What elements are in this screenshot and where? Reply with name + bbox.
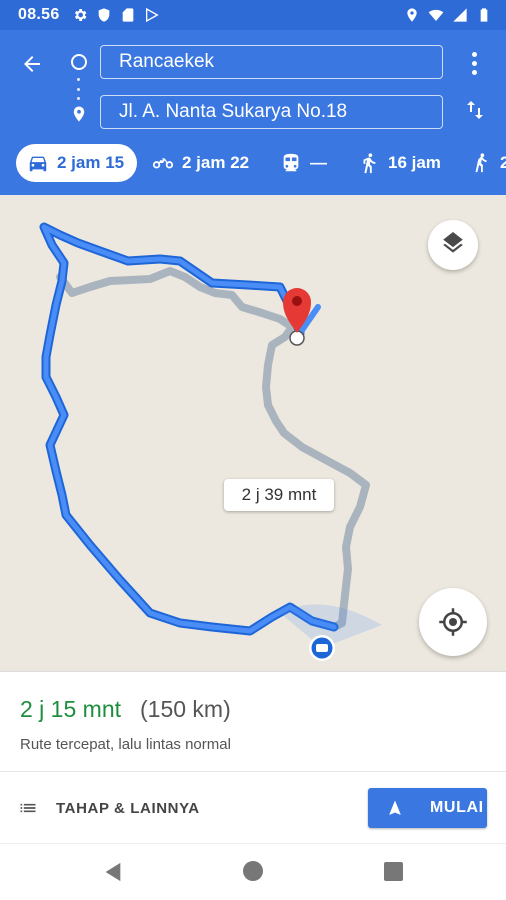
swap-vert-icon xyxy=(467,101,483,119)
destination-field[interactable]: Jl. A. Nanta Sukarya No.18 xyxy=(100,95,443,129)
navigation-arrow-icon xyxy=(389,800,401,815)
mode-driving-chip[interactable]: 2 jam 15 xyxy=(16,144,137,182)
map-view[interactable]: 2 j 39 mnt xyxy=(0,195,506,671)
nav-home-icon[interactable] xyxy=(243,861,263,881)
directions-header: Rancaekek Jl. A. Nanta Sukarya No.18 2 j… xyxy=(0,30,506,195)
more-options-button[interactable] xyxy=(462,48,486,78)
my-location-icon xyxy=(439,608,467,636)
route-connector-dots xyxy=(77,78,81,100)
mode-transit-label: — xyxy=(310,153,327,172)
layers-icon xyxy=(443,232,463,253)
wifi-icon xyxy=(428,7,444,23)
car-location-marker xyxy=(309,635,335,661)
mode-motorcycle-chip[interactable]: 2 jam 22 xyxy=(152,144,249,182)
walk-icon xyxy=(363,153,376,174)
status-bar: 08.56 xyxy=(0,0,506,30)
destination-pin-icon xyxy=(70,104,88,124)
travel-mode-bar: 2 jam 15 2 jam 22 — 16 jam 2 xyxy=(0,142,506,184)
gear-icon xyxy=(72,7,88,23)
status-time: 08.56 xyxy=(18,6,60,23)
route-duration: 2 j 15 mnt xyxy=(20,696,121,722)
location-icon xyxy=(404,7,420,23)
route-summary[interactable]: 2 j 15 mnt (150 km) Rute tercepat, lalu … xyxy=(0,671,506,771)
start-label: MULAI xyxy=(430,799,484,816)
origin-circle-icon xyxy=(71,54,87,70)
layers-button[interactable] xyxy=(428,220,478,270)
ride-icon xyxy=(475,153,487,173)
car-icon xyxy=(29,156,47,172)
start-navigation-button[interactable]: MULAI xyxy=(368,788,487,828)
mode-walking-chip[interactable]: 16 jam xyxy=(358,144,441,182)
back-button[interactable] xyxy=(14,46,50,82)
arrow-left-icon xyxy=(24,56,40,72)
mode-transit-chip[interactable]: — xyxy=(280,144,327,182)
nav-recents-icon[interactable] xyxy=(384,862,403,881)
status-left-icons xyxy=(72,7,160,23)
origin-field[interactable]: Rancaekek xyxy=(100,45,443,79)
shield-icon xyxy=(96,7,112,23)
motorcycle-icon xyxy=(152,158,174,169)
mode-ride-chip[interactable]: 2 xyxy=(470,144,506,182)
swap-button[interactable] xyxy=(462,96,488,124)
nav-back-icon[interactable] xyxy=(102,861,124,883)
route-description: Rute tercepat, lalu lintas normal xyxy=(20,736,231,753)
alternate-route-time-label[interactable]: 2 j 39 mnt xyxy=(224,479,334,511)
mode-motorcycle-label: 2 jam 22 xyxy=(182,153,250,172)
steps-and-more-label: TAHAP & LAINNYA xyxy=(56,799,200,817)
list-icon xyxy=(20,803,36,813)
mode-driving-label: 2 jam 15 xyxy=(57,153,125,172)
battery-icon xyxy=(476,7,492,23)
mode-walking-label: 16 jam xyxy=(388,153,441,172)
alternate-route-line[interactable] xyxy=(56,267,370,631)
sd-card-icon xyxy=(120,7,136,23)
system-nav-bar xyxy=(0,843,506,900)
route-actions: TAHAP & LAINNYA MULAI xyxy=(0,771,506,843)
my-location-button[interactable] xyxy=(419,588,487,656)
mode-ride-label: 2 xyxy=(500,153,506,172)
transit-icon xyxy=(283,153,299,172)
status-right-icons xyxy=(404,7,492,23)
signal-icon xyxy=(452,7,468,23)
steps-and-more-button[interactable]: TAHAP & LAINNYA xyxy=(18,794,200,822)
play-store-icon xyxy=(144,7,160,23)
route-distance: (150 km) xyxy=(140,696,231,722)
